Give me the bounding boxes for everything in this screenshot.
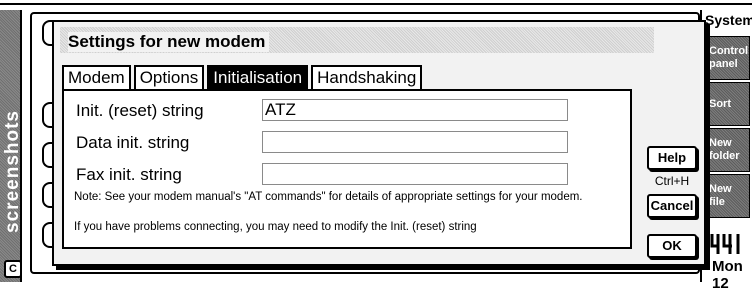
fax-init-label: Fax init. string: [76, 165, 182, 184]
control-panel-button[interactable]: Control panel: [702, 36, 750, 80]
initialisation-panel: Init. (reset) string ATZ Data init. stri…: [62, 89, 632, 249]
init-reset-label: Init. (reset) string: [76, 101, 204, 120]
connection-note: If you have problems connecting, you may…: [74, 221, 477, 233]
data-init-label: Data init. string: [76, 133, 190, 152]
new-file-button[interactable]: New file: [702, 174, 750, 218]
tab-modem[interactable]: Modem: [62, 65, 131, 89]
corner-c-icon[interactable]: C: [4, 260, 22, 278]
help-shortcut-hint: Ctrl+H: [654, 174, 690, 188]
date-display: Mon 12: [712, 258, 743, 292]
sort-button[interactable]: Sort: [702, 82, 750, 126]
system-title: System: [705, 12, 752, 28]
fax-init-string-input[interactable]: [262, 163, 568, 185]
side-strip-label: screenshots: [2, 110, 23, 233]
new-folder-button[interactable]: New folder: [702, 128, 750, 172]
at-commands-note: Note: See your modem manual's "AT comman…: [74, 191, 583, 203]
side-strip[interactable]: screenshots C: [0, 10, 23, 282]
data-init-string-input[interactable]: [262, 131, 568, 153]
cancel-button[interactable]: Cancel: [647, 194, 697, 218]
help-button[interactable]: Help: [647, 146, 697, 170]
clock-icon: [710, 234, 740, 254]
dialog-title: Settings for new modem: [68, 32, 270, 52]
settings-dialog: Settings for new modem Modem Options Ini…: [52, 20, 706, 266]
init-reset-string-input[interactable]: ATZ: [262, 99, 568, 121]
tab-options[interactable]: Options: [133, 65, 205, 89]
tab-bar: Modem Options Initialisation Handshaking: [62, 65, 425, 89]
tab-initialisation[interactable]: Initialisation: [207, 65, 309, 89]
top-border: [0, 0, 752, 5]
ok-button[interactable]: OK: [647, 234, 697, 258]
tab-handshaking[interactable]: Handshaking: [311, 65, 423, 89]
